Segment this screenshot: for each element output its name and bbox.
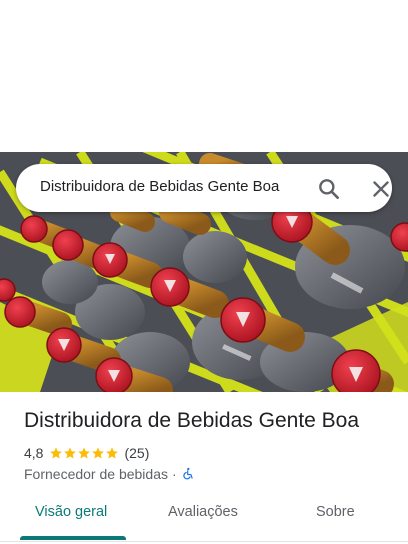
place-tabs: Visão geral Avaliações Sobre xyxy=(0,492,408,542)
star-icon xyxy=(92,447,105,459)
close-button[interactable] xyxy=(368,176,394,202)
place-title: Distribuidora de Bebidas Gente Boa xyxy=(24,409,360,432)
rating-row[interactable]: 4,8 (25) xyxy=(24,444,149,462)
tab-reviews[interactable]: Avaliações xyxy=(168,504,238,520)
map-area[interactable] xyxy=(0,0,408,152)
search-button[interactable] xyxy=(316,176,342,202)
search-icon xyxy=(319,179,339,199)
review-count[interactable]: (25) xyxy=(124,445,149,461)
star-icon xyxy=(50,447,63,459)
star-icon xyxy=(106,447,119,459)
active-tab-indicator xyxy=(20,536,126,540)
rating-stars xyxy=(49,446,119,460)
separator-dot: · xyxy=(172,466,177,482)
tab-about[interactable]: Sobre xyxy=(316,504,355,520)
tab-overview[interactable]: Visão geral xyxy=(35,504,107,520)
rating-value: 4,8 xyxy=(24,445,44,461)
star-icon xyxy=(64,447,77,459)
tabs-divider xyxy=(0,541,408,542)
search-input[interactable]: Distribuidora de Bebidas Gente Boa xyxy=(40,178,302,195)
search-bar[interactable]: Distribuidora de Bebidas Gente Boa xyxy=(16,164,392,212)
category-row: Fornecedor de bebidas · xyxy=(24,465,195,483)
star-icon xyxy=(78,447,91,459)
place-category: Fornecedor de bebidas xyxy=(24,466,168,482)
close-icon xyxy=(373,181,389,197)
wheelchair-icon xyxy=(182,467,193,480)
